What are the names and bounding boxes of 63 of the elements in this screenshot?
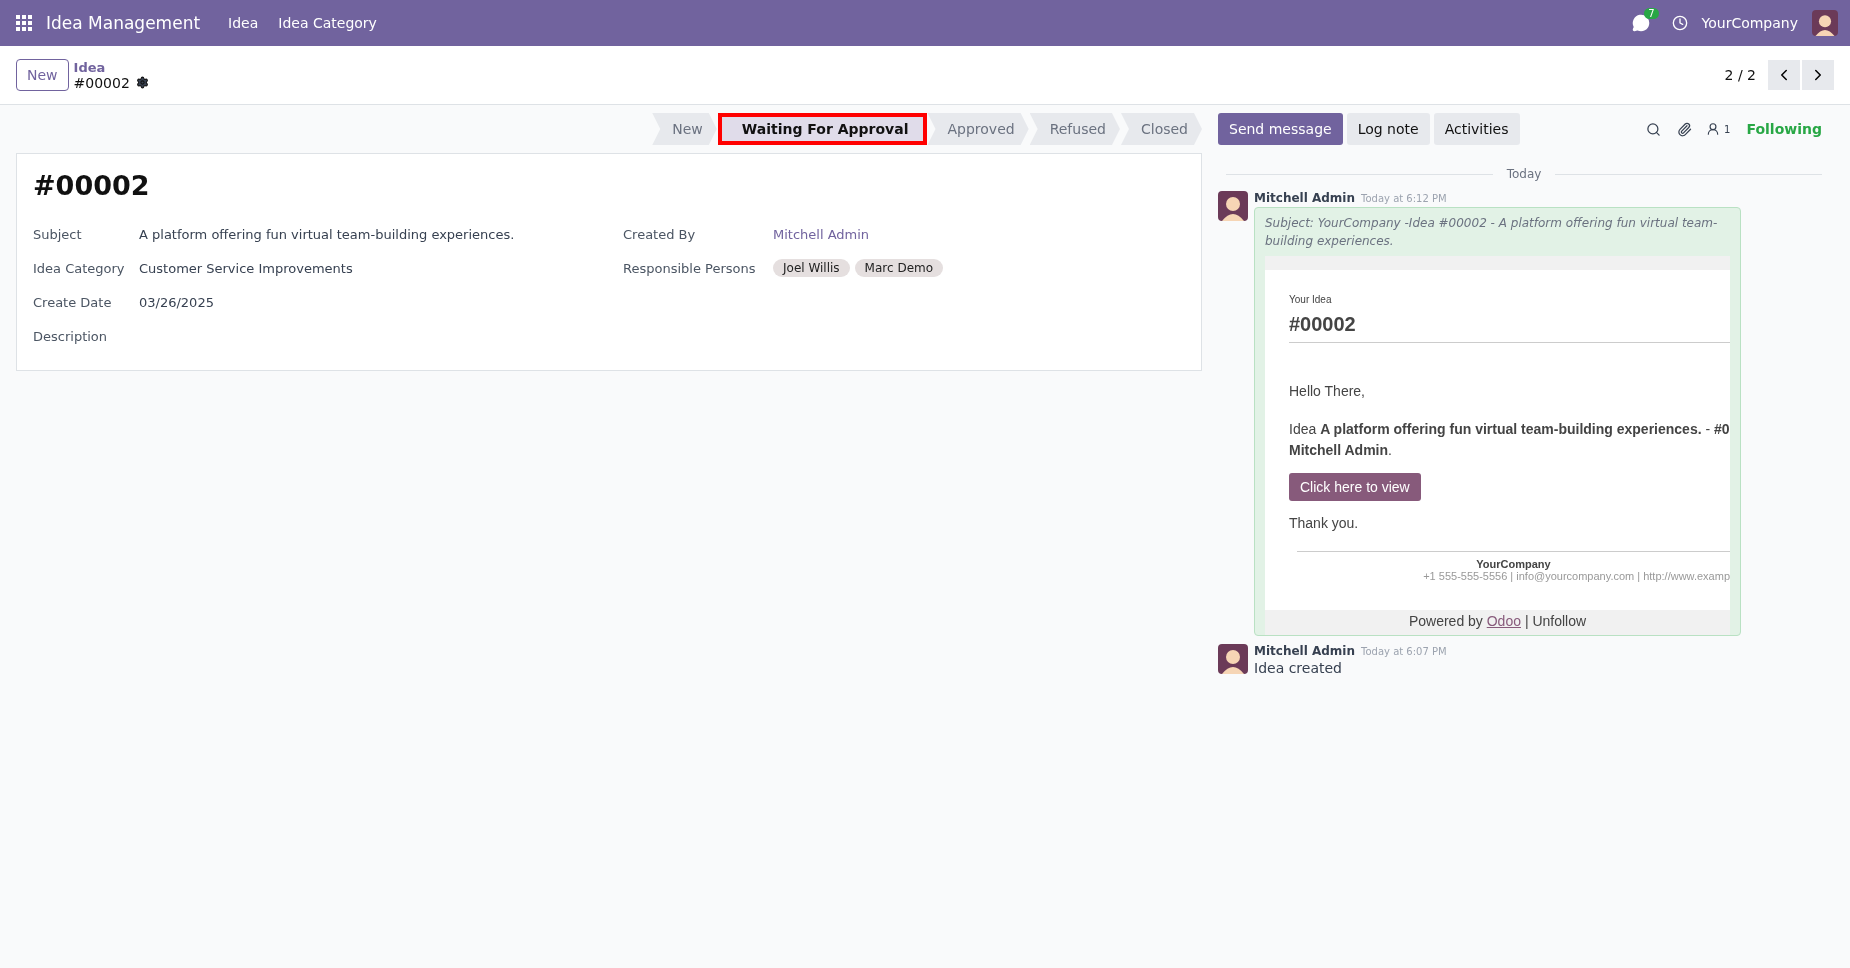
avatar bbox=[1812, 10, 1838, 36]
settings-icon[interactable] bbox=[135, 76, 149, 89]
breadcrumb-link[interactable]: Idea bbox=[73, 59, 149, 75]
follower-count: 1 bbox=[1724, 123, 1731, 135]
new-button[interactable]: New bbox=[16, 59, 69, 91]
email-text: Idea A platform offering fun virtual team-building experiences. - #0 bbox=[1289, 420, 1730, 439]
chat-icon[interactable] bbox=[1631, 14, 1650, 32]
message-body: Idea created bbox=[1254, 660, 1343, 676]
field-label: Create Date bbox=[33, 294, 113, 310]
email-thanks: Thank you. bbox=[1289, 515, 1360, 531]
view-button[interactable]: Click here to view bbox=[1289, 473, 1421, 501]
odoo-link[interactable]: Odoo bbox=[1486, 613, 1521, 629]
menu-item[interactable]: Idea Category bbox=[268, 0, 387, 46]
message-time: Today at 6:07 PM bbox=[1361, 646, 1447, 657]
stage-button[interactable]: Waiting For Approval bbox=[717, 113, 927, 145]
email-greeting: Hello There, bbox=[1289, 383, 1366, 399]
email-number: #00002 bbox=[1289, 305, 1730, 343]
field-label: Responsible Persons bbox=[623, 260, 757, 276]
stage-button[interactable]: Approved bbox=[927, 113, 1029, 145]
stage-button[interactable]: New bbox=[652, 113, 717, 145]
avatar bbox=[1218, 644, 1248, 674]
person-tag: Marc Demo bbox=[854, 259, 944, 277]
field-value: Customer Service Improvements bbox=[139, 260, 353, 276]
chatter-button[interactable]: Send message bbox=[1218, 113, 1343, 145]
message-count-badge: 7 bbox=[1644, 8, 1659, 19]
field-label: Idea Category bbox=[33, 260, 126, 276]
message-author: Mitchell Admin bbox=[1254, 191, 1356, 205]
record-name: #00002 bbox=[73, 74, 130, 91]
stage-button[interactable]: Refused bbox=[1029, 113, 1120, 145]
menu-item[interactable]: Idea bbox=[218, 0, 269, 46]
message-author: Mitchell Admin bbox=[1254, 644, 1356, 658]
company-name[interactable]: YourCompany bbox=[1701, 15, 1798, 31]
app-title[interactable]: Idea Management bbox=[46, 13, 201, 33]
pager: 2 / 2 bbox=[1724, 67, 1756, 83]
record-title: #00002 bbox=[33, 170, 151, 201]
message-subject: Subject: YourCompany -Idea #00002 - A platform offering fun virtual team-building experiences. bbox=[1265, 215, 1719, 250]
field-label: Created By bbox=[623, 226, 697, 242]
chatter-button[interactable]: Activities bbox=[1433, 113, 1520, 145]
field-value: 03/26/2025 bbox=[139, 294, 214, 310]
paperclip-icon[interactable] bbox=[1677, 121, 1693, 137]
following-button[interactable]: Following bbox=[1746, 121, 1822, 137]
email-caption: Your Idea bbox=[1289, 294, 1333, 305]
field-value: A platform offering fun virtual team-building experiences. bbox=[139, 226, 515, 242]
chatter-button[interactable]: Log note bbox=[1346, 113, 1430, 145]
field-label: Description bbox=[33, 328, 109, 344]
powered-by-text: Powered by bbox=[1408, 613, 1483, 629]
date-separator: Today bbox=[1226, 167, 1822, 181]
person-tag: Joel Willis bbox=[773, 259, 850, 277]
email-company: YourCompany bbox=[1475, 558, 1552, 570]
user-icon[interactable] bbox=[1706, 122, 1721, 136]
user-link[interactable]: Mitchell Admin bbox=[773, 226, 870, 242]
stage-button[interactable]: Closed bbox=[1120, 113, 1202, 145]
field-label: Subject bbox=[33, 226, 83, 242]
apps-menu-icon[interactable] bbox=[16, 15, 32, 31]
clock-icon[interactable] bbox=[1671, 15, 1688, 31]
search-icon[interactable] bbox=[1646, 121, 1662, 137]
previous-button[interactable] bbox=[1768, 60, 1800, 90]
email-contact: +1 555-555-5556 | info@yourcompany.com | http://www.examp bbox=[1422, 570, 1730, 582]
message-time: Today at 6:12 PM bbox=[1361, 193, 1447, 204]
avatar bbox=[1218, 191, 1248, 221]
next-button[interactable] bbox=[1802, 60, 1834, 90]
email-text: Mitchell Admin. bbox=[1289, 441, 1393, 460]
unfollow-link[interactable]: | Unfollow bbox=[1524, 613, 1587, 629]
